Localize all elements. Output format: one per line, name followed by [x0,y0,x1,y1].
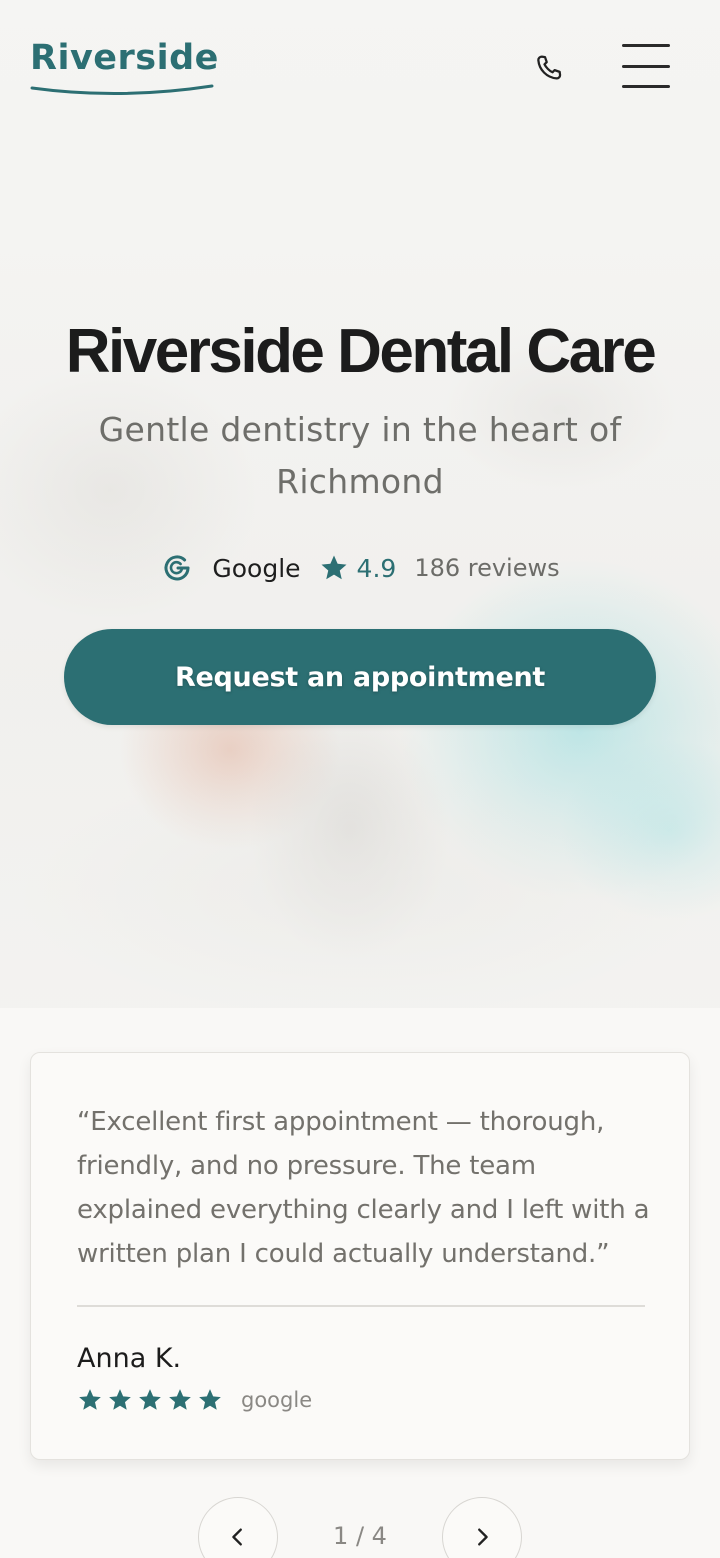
phone-button[interactable] [528,48,570,88]
review-source: google [241,1388,313,1412]
hero-subtitle: Gentle dentistry in the heart of Richmon… [98,410,622,501]
hero-section: Riverside Riverside Dental Care Gentle d… [0,0,720,1008]
phone-icon [537,55,562,80]
review-quote: “Excellent first appointment — thorough,… [77,1107,650,1269]
star-icon [321,555,347,580]
logo[interactable]: Riverside [30,38,219,78]
rating-provider: Google [212,553,301,583]
chevron-right-icon [478,1528,488,1546]
review-author: Anna K. [77,1343,182,1374]
request-appointment-button[interactable]: Request an appointment [64,629,656,725]
hamburger-menu-icon [622,44,670,47]
star-icon [139,1389,161,1410]
star-icon [199,1389,221,1410]
star-icon [79,1389,101,1410]
review-count: 186 reviews [414,554,560,582]
review-stars: google [77,1387,312,1413]
star-icon [109,1389,131,1410]
card-divider [77,1305,645,1307]
next-review-button[interactable] [442,1497,522,1558]
review-page-indicator: 1 / 4 [333,1522,387,1550]
review-card: “Excellent first appointment — thorough,… [30,1052,690,1460]
menu-button[interactable] [622,44,670,88]
google-rating[interactable]: Google 4.9 186 reviews [0,548,720,588]
chevron-left-icon [232,1528,242,1546]
google-icon [164,555,190,581]
page-title: Riverside Dental Care [65,317,657,386]
logo-underline [30,84,214,96]
previous-review-button[interactable] [198,1497,278,1558]
rating-score: 4.9 [356,553,397,583]
star-icon [169,1389,191,1410]
